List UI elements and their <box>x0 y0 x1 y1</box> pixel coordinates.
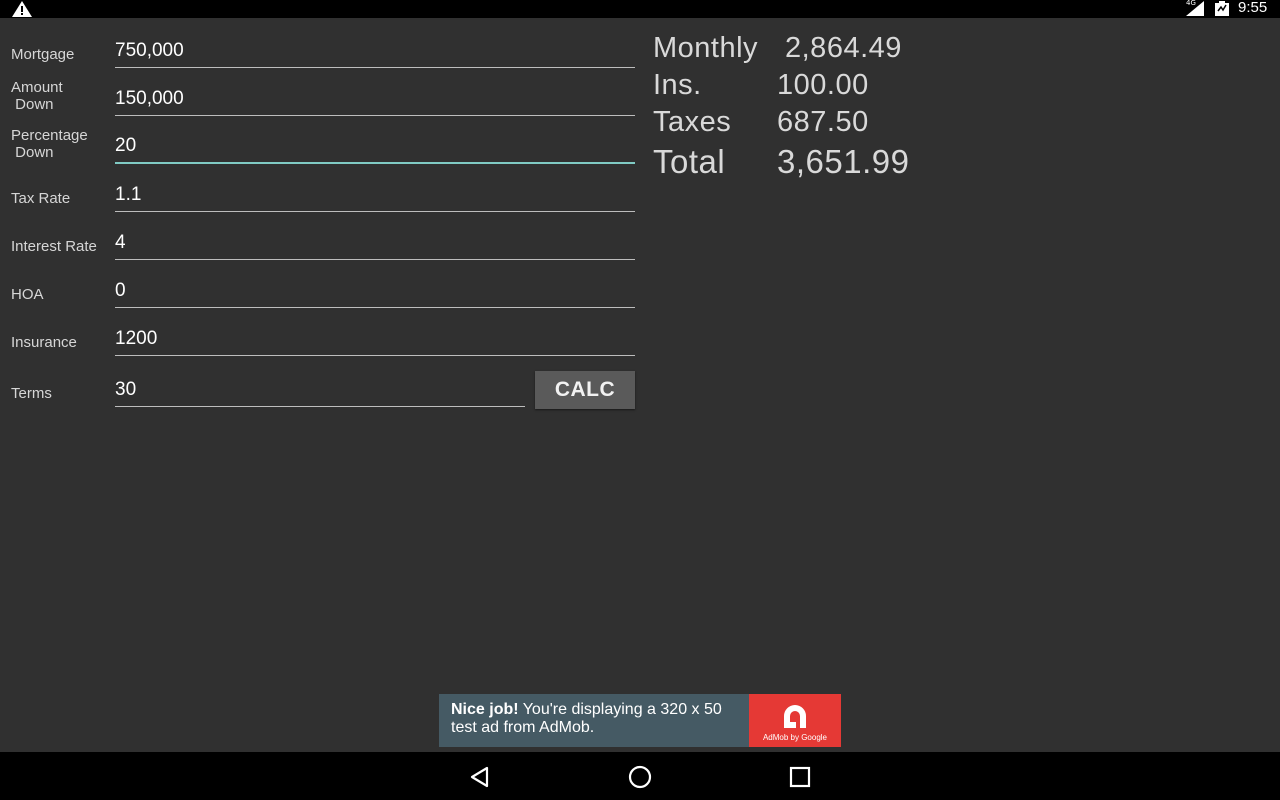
battery-icon <box>1215 1 1229 16</box>
ins-value: 100.00 <box>777 69 869 101</box>
total-value: 3,651.99 <box>777 143 910 180</box>
hoa-label: HOA <box>11 286 44 303</box>
ins-label: Ins. <box>653 69 702 101</box>
tax-rate-label: Tax Rate <box>11 190 71 207</box>
terms-label: Terms <box>11 385 52 402</box>
back-icon[interactable] <box>467 764 493 790</box>
status-clock: 9:55 <box>1238 0 1268 16</box>
ad-logo-box: AdMob by Google <box>749 694 841 747</box>
percentage-down-input[interactable] <box>115 134 635 164</box>
navigation-bar <box>0 752 1280 800</box>
signal-icon <box>1186 1 1204 16</box>
insurance-label: Insurance <box>11 334 77 351</box>
monthly-label: Monthly <box>653 32 759 64</box>
amount-down-label: Amount Down <box>11 79 63 113</box>
ad-headline: Nice job! <box>451 701 519 718</box>
interest-rate-label: Interest Rate <box>11 238 97 255</box>
admob-logo-icon <box>784 705 806 728</box>
home-icon[interactable] <box>627 764 653 790</box>
ad-brand-label: AdMob by Google <box>762 733 828 742</box>
tax-rate-input[interactable] <box>115 182 635 212</box>
app-screen: 4G 9:55 Mortgage Amount Down Percentage … <box>0 0 1280 800</box>
taxes-label: Taxes <box>653 106 732 138</box>
amount-down-input[interactable] <box>115 86 635 116</box>
terms-input[interactable] <box>115 377 525 407</box>
mortgage-label: Mortgage <box>11 46 75 63</box>
taxes-value: 687.50 <box>777 106 869 138</box>
mortgage-input[interactable] <box>115 38 635 68</box>
hoa-input[interactable] <box>115 278 635 308</box>
warning-icon <box>12 1 32 17</box>
monthly-value: 2,864.49 <box>785 32 902 64</box>
total-label: Total <box>653 143 726 180</box>
ad-text: Nice job! You're displaying a 320 x 50 t… <box>451 701 751 737</box>
calc-button[interactable]: CALC <box>535 371 635 409</box>
interest-rate-input[interactable] <box>115 230 635 260</box>
insurance-input[interactable] <box>115 326 635 356</box>
percentage-down-label: Percentage Down <box>11 127 88 161</box>
status-bar: 4G 9:55 <box>0 0 1280 18</box>
recents-icon[interactable] <box>787 764 813 790</box>
ad-banner[interactable]: Nice job! You're displaying a 320 x 50 t… <box>439 694 841 747</box>
